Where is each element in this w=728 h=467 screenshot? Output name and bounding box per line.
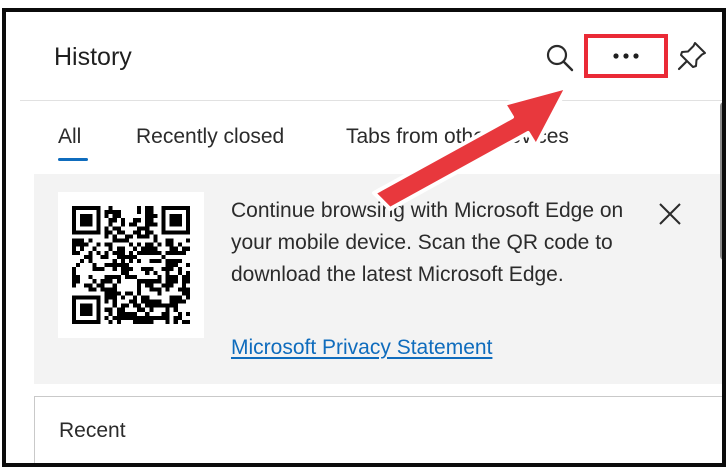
- tab-selected-indicator: [58, 158, 88, 161]
- qr-code-image: [72, 206, 190, 324]
- panel-header: History: [20, 12, 722, 101]
- promo-message: Continue browsing with Microsoft Edge on…: [231, 199, 624, 286]
- search-icon: [546, 44, 574, 72]
- privacy-statement-link[interactable]: Microsoft Privacy Statement: [231, 336, 492, 360]
- recent-section[interactable]: Recent: [34, 396, 722, 463]
- close-icon: [659, 203, 681, 225]
- promo-close-button[interactable]: [654, 198, 686, 230]
- tab-other-devices-label: Tabs from other devices: [346, 125, 569, 148]
- panel-title: History: [54, 43, 132, 71]
- pin-button[interactable]: [672, 36, 712, 76]
- pin-icon: [677, 42, 706, 71]
- qr-code-card: [58, 192, 204, 338]
- history-panel: History All Recently closed Tabs from ot…: [20, 12, 722, 463]
- more-options-icon: [613, 53, 639, 59]
- scrollbar[interactable]: [717, 102, 722, 262]
- window-frame: History All Recently closed Tabs from ot…: [2, 8, 726, 467]
- scrollbar-thumb[interactable]: [720, 102, 722, 260]
- tab-other-devices[interactable]: Tabs from other devices: [346, 125, 569, 149]
- mobile-promo-card: Continue browsing with Microsoft Edge on…: [34, 174, 722, 384]
- history-tabs: All Recently closed Tabs from other devi…: [20, 100, 722, 162]
- tab-recently-closed-label: Recently closed: [136, 125, 285, 148]
- tab-all[interactable]: All: [58, 125, 88, 161]
- tab-recently-closed[interactable]: Recently closed: [136, 125, 284, 149]
- tab-all-label: All: [58, 125, 82, 148]
- recent-section-label: Recent: [59, 419, 126, 442]
- more-options-button[interactable]: [584, 34, 668, 78]
- search-button[interactable]: [540, 38, 580, 78]
